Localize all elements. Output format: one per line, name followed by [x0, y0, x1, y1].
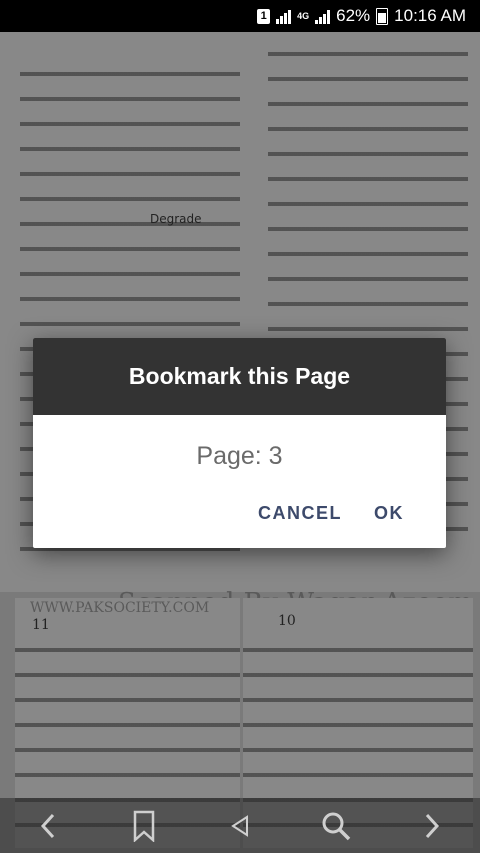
- bookmark-dialog: Bookmark this Page Page: 3 CANCEL OK: [33, 338, 446, 548]
- reader-toolbar: [0, 798, 480, 853]
- ok-button[interactable]: OK: [362, 497, 416, 530]
- battery-percent: 62%: [336, 6, 371, 25]
- right-page-number: 10: [278, 613, 296, 629]
- cancel-button[interactable]: CANCEL: [246, 497, 354, 530]
- signal-strength-icon: [315, 9, 331, 24]
- dialog-message: Page: 3: [196, 441, 283, 470]
- left-page-number: 11: [32, 617, 50, 633]
- status-icons: 1 4G 62% 10:16 AM: [257, 0, 466, 32]
- bookmark-icon[interactable]: [124, 806, 164, 846]
- dialog-title: Bookmark this Page: [33, 338, 446, 415]
- network-type: 4G: [297, 10, 310, 21]
- back-icon[interactable]: [28, 806, 68, 846]
- clock: 10:16 AM: [394, 6, 466, 25]
- search-icon[interactable]: [316, 806, 356, 846]
- forward-icon[interactable]: [412, 806, 452, 846]
- status-bar: 1 4G 62% 10:16 AM: [0, 0, 480, 32]
- battery-icon: [376, 7, 389, 25]
- dialog-actions: CANCEL OK: [33, 497, 446, 548]
- sim-slot-badge: 1: [257, 8, 271, 24]
- site-watermark: WWW.PAKSOCIETY.COM: [30, 600, 210, 616]
- inline-english-word: Degrade: [150, 212, 202, 226]
- triangle-nav-icon[interactable]: [220, 806, 260, 846]
- signal-icon: [276, 9, 292, 24]
